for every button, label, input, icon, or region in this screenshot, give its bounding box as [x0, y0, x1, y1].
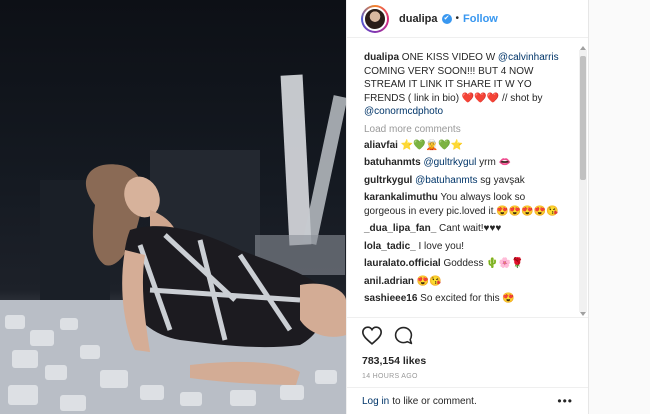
comment-item: batuhanmts @gultrkygul yrm 👄	[364, 156, 564, 170]
comment-item: sashieee16 So excited for this 😍	[364, 292, 564, 306]
scrollbar-thumb[interactable]	[580, 56, 586, 180]
comment-username[interactable]: aliavfai	[364, 140, 398, 151]
comment-username[interactable]: _dua_lipa_fan_	[364, 223, 436, 234]
comment-username[interactable]: batuhanmts	[364, 157, 421, 168]
post-photo[interactable]	[0, 0, 346, 414]
login-link[interactable]: Log in	[362, 396, 389, 407]
caption-mention-conormcdphoto[interactable]: @conormcdphoto	[364, 106, 443, 117]
comment-mention[interactable]: @batuhanmts	[412, 175, 477, 186]
follow-button[interactable]: Follow	[463, 13, 498, 25]
comment-username[interactable]: anil.adrian	[364, 276, 414, 287]
comment-text: 😍😘	[414, 275, 442, 287]
post-timestamp[interactable]: 14 HOURS AGO	[362, 373, 589, 380]
comment-username[interactable]: karankalimuthu	[364, 192, 438, 203]
load-more-comments-button[interactable]: Load more comments	[364, 124, 579, 135]
header-username[interactable]: dualipa	[399, 13, 438, 25]
heart-icon[interactable]	[361, 326, 383, 348]
post-side-panel: dualipa ✔ • Follow dualipa ONE KISS VIDE…	[346, 0, 589, 414]
avatar[interactable]	[361, 4, 389, 33]
likes-count[interactable]: 783,154 likes	[362, 355, 589, 367]
page-right-gutter	[588, 0, 650, 414]
comment-text: I love you!	[415, 240, 465, 252]
more-options-icon[interactable]: •••	[557, 394, 573, 408]
comment-username[interactable]: lauralato.official	[364, 258, 441, 269]
verified-badge-icon: ✔	[441, 13, 452, 24]
comment-item: anil.adrian 😍😘	[364, 275, 564, 289]
comment-username[interactable]: sashieee16	[364, 293, 417, 304]
comment-username[interactable]: lola_tadic_	[364, 241, 416, 252]
comment-mention[interactable]: @gultrkygul	[421, 157, 476, 168]
comment-text: ⭐💚🧝💚⭐	[397, 139, 463, 151]
caption-username[interactable]: dualipa	[364, 52, 399, 63]
comments-scrollbar[interactable]	[579, 46, 587, 316]
post-actions: 783,154 likes 14 HOURS AGO	[347, 317, 589, 387]
action-icons	[361, 326, 589, 348]
comment-item: _dua_lipa_fan_ Cant wait!♥♥♥	[364, 222, 564, 236]
comments-list[interactable]: dualipa ONE KISS VIDEO W @calvinharris C…	[347, 39, 579, 317]
separator-dot: •	[455, 13, 460, 24]
caption-text-1: ONE KISS VIDEO W	[399, 52, 498, 63]
comment-text: Cant wait!♥♥♥	[436, 223, 502, 234]
comment-item: lauralato.official Goddess 🌵🌸🌹	[364, 257, 564, 271]
comment-item: lola_tadic_ I love you!	[364, 240, 564, 254]
comment-text: yrm 👄	[476, 157, 512, 168]
comment-text: So excited for this 😍	[417, 293, 515, 304]
post-header: dualipa ✔ • Follow	[347, 0, 589, 38]
scroll-down-arrow-icon[interactable]	[580, 312, 586, 316]
caption-mention-calvinharris[interactable]: @calvinharris	[498, 52, 559, 63]
scroll-up-arrow-icon[interactable]	[580, 46, 586, 50]
login-prompt-text: to like or comment.	[392, 395, 477, 407]
comment-text: Goddess 🌵🌸🌹	[440, 258, 524, 269]
comment-item: gultrkygul @batuhanmts sg yavşak	[364, 174, 564, 188]
comment-icon[interactable]	[394, 326, 413, 348]
avatar-image	[363, 6, 387, 31]
caption-text-3: // shot by	[499, 92, 543, 104]
caption-hearts: ❤️❤️❤️	[461, 92, 500, 104]
comment-item: karankalimuthu You always look so gorgeo…	[364, 191, 564, 218]
comment-username[interactable]: gultrkygul	[364, 175, 412, 186]
photo-illustration	[0, 74, 346, 414]
comment-text: sg yavşak	[477, 174, 525, 186]
comment-item: aliavfai ⭐💚🧝💚⭐	[364, 139, 564, 153]
login-footer: Log in to like or comment. •••	[347, 387, 589, 414]
post-caption: dualipa ONE KISS VIDEO W @calvinharris C…	[364, 51, 568, 119]
